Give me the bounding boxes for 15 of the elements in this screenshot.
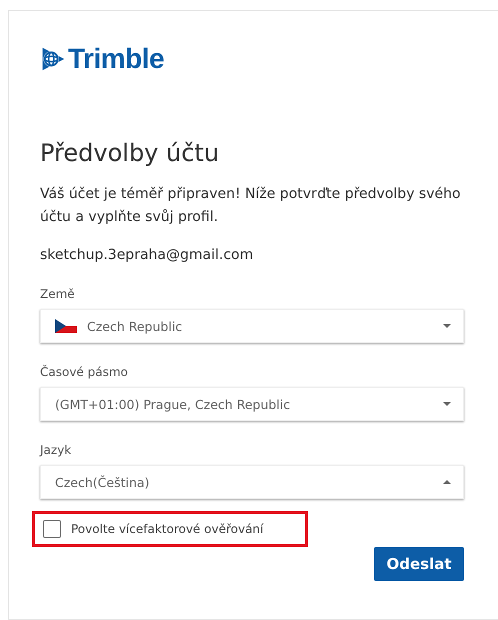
field-label: Země bbox=[40, 286, 76, 302]
submit-button[interactable]: Odeslat bbox=[374, 547, 464, 581]
select-field[interactable]: (GMT+01:00) Prague, Czech Republic bbox=[40, 387, 464, 421]
checkbox[interactable] bbox=[43, 520, 61, 538]
field-label: Jazyk bbox=[40, 442, 72, 458]
logo-text: Trimble bbox=[68, 43, 164, 75]
checkbox-label: Povolte vícefaktorové ověřování bbox=[71, 522, 264, 536]
page-title: Předvolby účtu bbox=[40, 138, 220, 169]
globe-logo-icon bbox=[40, 46, 66, 72]
intro-text: Váš účet je téměř připraven! Níže potvrďte předvolby svého účtu a vyplňte svůj profil. bbox=[40, 185, 462, 227]
field-label: Časové pásmo bbox=[40, 364, 129, 380]
email-text: sketchup.3epraha@gmail.com bbox=[40, 246, 254, 265]
flag-icon bbox=[55, 319, 77, 333]
select-field[interactable]: Czech(Čeština) bbox=[40, 465, 464, 499]
select-field[interactable]: Czech Republic bbox=[40, 309, 464, 343]
